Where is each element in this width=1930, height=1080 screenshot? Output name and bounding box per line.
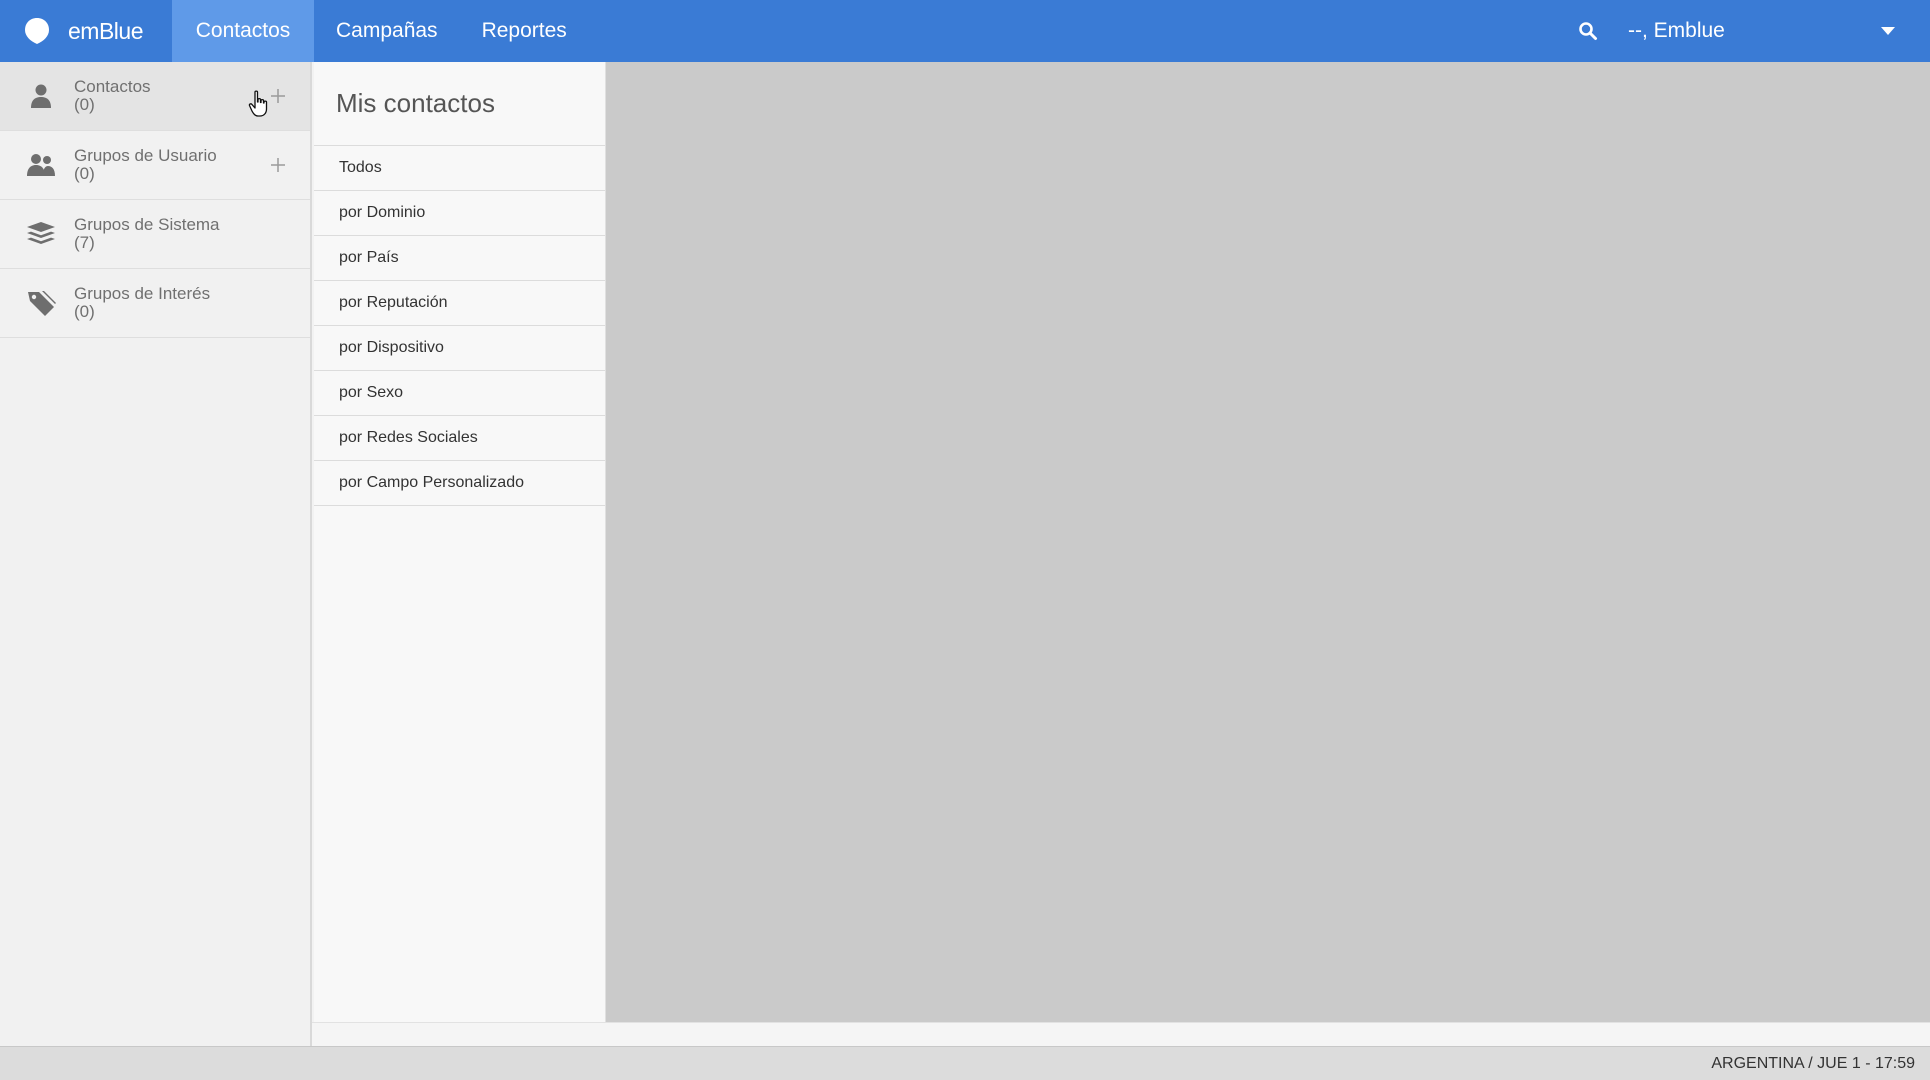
sidebar-item-grupos-usuario[interactable]: Grupos de Usuario (0) (0, 131, 310, 200)
user-menu-dropdown[interactable] (1868, 0, 1908, 62)
filter-por-dispositivo[interactable]: por Dispositivo (314, 326, 605, 371)
sidebar-item-count: (7) (74, 233, 95, 252)
app-window: emBlue Contactos Campañas Reportes --, E… (0, 0, 1930, 1080)
sidebar: Contactos (0) Grupos de Usuario (0) Grup… (0, 62, 312, 1046)
sidebar-item-grupos-interes[interactable]: Grupos de Interés (0) (0, 269, 310, 338)
sidebar-item-count: (0) (74, 164, 95, 183)
sidebar-item-text: Grupos de Sistema (7) (74, 216, 220, 252)
status-locale-time: ARGENTINA / JUE 1 - 17:59 (1711, 1055, 1915, 1072)
group-icon (23, 147, 59, 183)
sidebar-item-count: (0) (74, 302, 95, 321)
tab-contactos[interactable]: Contactos (172, 0, 314, 62)
sidebar-item-label: Grupos de Sistema (74, 215, 220, 234)
status-bar: ARGENTINA / JUE 1 - 17:59 (0, 1046, 1930, 1080)
tab-reportes-label: Reportes (481, 19, 567, 42)
top-navbar: emBlue Contactos Campañas Reportes --, E… (0, 0, 1930, 62)
sidebar-item-grupos-sistema[interactable]: Grupos de Sistema (7) (0, 200, 310, 269)
emblue-logo-icon (25, 18, 49, 44)
layers-icon (23, 216, 59, 252)
brand-name: emBlue (68, 17, 143, 44)
filter-por-redes-sociales[interactable]: por Redes Sociales (314, 416, 605, 461)
filter-por-pais[interactable]: por País (314, 236, 605, 281)
sidebar-item-contactos[interactable]: Contactos (0) (0, 62, 310, 131)
filter-todos[interactable]: Todos (314, 146, 605, 191)
user-menu-label[interactable]: --, Emblue (1628, 19, 1868, 43)
tab-campanas[interactable]: Campañas (314, 0, 460, 62)
sidebar-item-label: Grupos de Interés (74, 284, 211, 303)
sidebar-item-text: Grupos de Interés (0) (74, 285, 210, 321)
search-button[interactable] (1568, 11, 1608, 51)
tag-icon (23, 285, 59, 321)
tab-campanas-label: Campañas (336, 19, 438, 42)
main-content-area (606, 62, 1930, 1022)
contacts-filter-panel: Mis contactos Todos por Dominio por País… (314, 62, 606, 1022)
content-footer-strip (312, 1022, 1930, 1046)
panel-title: Mis contactos (314, 62, 605, 146)
sidebar-item-label: Contactos (74, 77, 151, 96)
search-icon (1579, 22, 1597, 40)
filter-por-campo-personalizado[interactable]: por Campo Personalizado (314, 461, 605, 506)
add-contact-icon[interactable] (268, 86, 288, 106)
tab-reportes[interactable]: Reportes (460, 0, 589, 62)
topbar-right: --, Emblue (1568, 0, 1930, 62)
tab-contactos-label: Contactos (195, 19, 291, 42)
add-group-icon[interactable] (268, 155, 288, 175)
sidebar-item-text: Contactos (0) (74, 78, 151, 114)
sidebar-item-count: (0) (74, 95, 95, 114)
filter-por-dominio[interactable]: por Dominio (314, 191, 605, 236)
filter-por-reputacion[interactable]: por Reputación (314, 281, 605, 326)
filter-por-sexo[interactable]: por Sexo (314, 371, 605, 416)
caret-down-icon (1881, 27, 1895, 35)
person-icon (23, 78, 59, 114)
brand[interactable]: emBlue (0, 0, 172, 62)
sidebar-item-text: Grupos de Usuario (0) (74, 147, 217, 183)
sidebar-item-label: Grupos de Usuario (74, 146, 217, 165)
